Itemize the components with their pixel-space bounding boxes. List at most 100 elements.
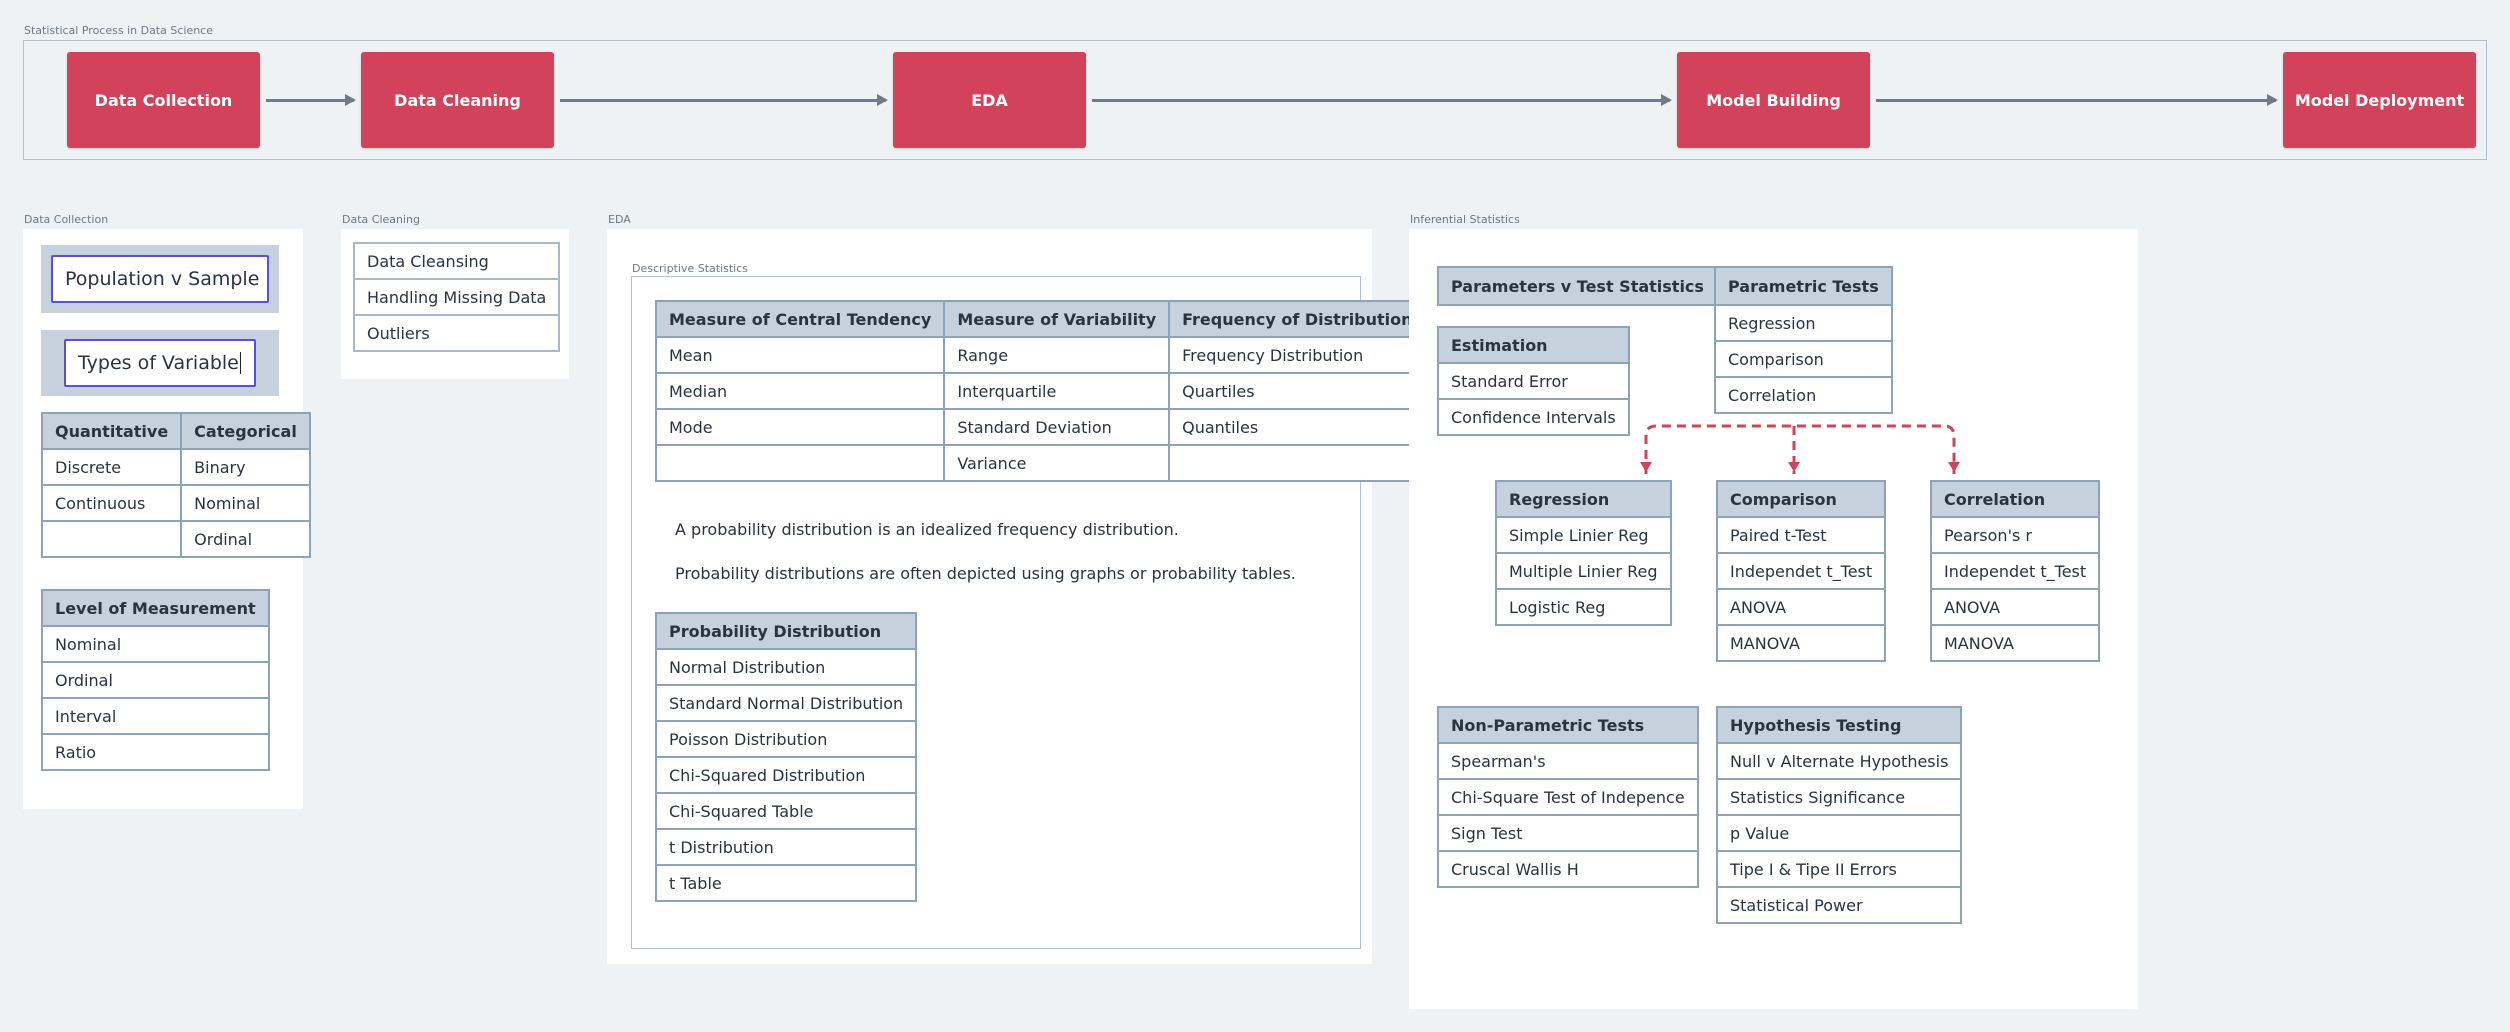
types-variable-field: Types of Variable xyxy=(41,330,279,396)
list-item: Confidence Intervals xyxy=(1437,398,1630,436)
list-item: Paired t-Test xyxy=(1715,516,1887,554)
list-item: t Distribution xyxy=(654,828,918,866)
nonparametric-table: Non-Parametric Tests Spearman's Chi-Squa… xyxy=(1437,706,1699,888)
central-tendency-header: Measure of Central Tendency xyxy=(654,300,946,338)
data-cleaning-table: Data Cleansing Handling Missing Data Out… xyxy=(352,242,561,352)
list-item: Chi-Squared Distribution xyxy=(654,756,918,794)
list-item: Logistic Reg xyxy=(1495,588,1672,626)
estimation-header: Estimation xyxy=(1437,326,1630,364)
list-item: MANOVA xyxy=(1929,624,2101,662)
stage-model-deployment[interactable]: Model Deployment xyxy=(2283,52,2476,148)
table-cell: Frequency Distribution xyxy=(1168,336,1427,374)
list-item: Data Cleansing xyxy=(352,242,561,280)
table-cell: Ordinal xyxy=(180,520,311,558)
params-header: Parameters v Test Statistics xyxy=(1437,266,1718,306)
descriptive-stats-label: Descriptive Statistics xyxy=(632,262,749,275)
inferential-label: Inferential Statistics xyxy=(1410,213,1520,226)
list-item: t Table xyxy=(654,864,918,902)
eda-label: EDA xyxy=(608,213,631,226)
table-cell: Range xyxy=(943,336,1171,374)
population-sample-text: Population v Sample xyxy=(65,268,260,290)
stage-eda[interactable]: EDA xyxy=(893,52,1086,148)
stage-data-collection[interactable]: Data Collection xyxy=(67,52,260,148)
comparison-table: Comparison Paired t-Test Independet t_Te… xyxy=(1715,480,1887,662)
list-item: Chi-Squared Table xyxy=(654,792,918,830)
list-item: Statistics Significance xyxy=(1715,778,1963,816)
correlation-table: Correlation Pearson's r Independet t_Tes… xyxy=(1929,480,2101,662)
table-cell: Interquartile xyxy=(943,372,1171,410)
flow-arrow xyxy=(266,94,356,106)
hypothesis-header: Hypothesis Testing xyxy=(1715,706,1963,744)
correlation-header: Correlation xyxy=(1929,480,2101,518)
data-cleaning-label: Data Cleaning xyxy=(342,213,420,226)
table-cell: Continuous xyxy=(40,484,183,522)
process-label: Statistical Process in Data Science xyxy=(24,24,213,37)
list-item: Nominal xyxy=(41,625,270,663)
probability-header: Probability Distribution xyxy=(654,612,918,650)
table-cell: Median xyxy=(654,372,946,410)
probability-table: Probability Distribution Normal Distribu… xyxy=(654,612,918,902)
regression-table: Regression Simple Linier Reg Multiple Li… xyxy=(1495,480,1672,626)
list-item: Simple Linier Reg xyxy=(1495,516,1672,554)
list-item: Pearson's r xyxy=(1929,516,2101,554)
probability-text-2: Probability distributions are often depi… xyxy=(675,564,1296,583)
categorical-header: Categorical xyxy=(180,412,311,450)
list-item: ANOVA xyxy=(1929,588,2101,626)
list-item: Interval xyxy=(41,697,270,735)
list-item: Cruscal Wallis H xyxy=(1437,850,1699,888)
list-item: Chi-Square Test of Indepence xyxy=(1437,778,1699,816)
list-item: Normal Distribution xyxy=(654,648,918,686)
regression-header: Regression xyxy=(1495,480,1672,518)
list-item: Multiple Linier Reg xyxy=(1495,552,1672,590)
measurement-table: Level of Measurement Nominal Ordinal Int… xyxy=(41,589,270,771)
list-item: Ratio xyxy=(41,733,270,771)
population-sample-input[interactable]: Population v Sample xyxy=(51,255,269,303)
list-item: MANOVA xyxy=(1715,624,1887,662)
nonparametric-header: Non-Parametric Tests xyxy=(1437,706,1699,744)
connector-arrowhead xyxy=(1788,462,1800,472)
flow-arrow xyxy=(560,94,888,106)
table-cell: Mean xyxy=(654,336,946,374)
table-cell xyxy=(40,520,183,558)
params-table: Parameters v Test Statistics xyxy=(1437,266,1718,306)
connector-lines xyxy=(1644,424,1956,474)
list-item: p Value xyxy=(1715,814,1963,852)
variables-table: Quantitative Categorical Discrete Binary… xyxy=(40,412,311,558)
table-cell xyxy=(1168,444,1427,482)
connector-arrowhead xyxy=(1640,462,1652,472)
descriptive-table: Measure of Central Tendency Measure of V… xyxy=(654,300,1427,482)
list-item: ANOVA xyxy=(1715,588,1887,626)
text-caret xyxy=(239,352,241,374)
list-item: Null v Alternate Hypothesis xyxy=(1715,742,1963,780)
quantitative-header: Quantitative xyxy=(40,412,183,450)
flow-arrow xyxy=(1876,94,2278,106)
table-cell: Discrete xyxy=(40,448,183,486)
table-cell: Quartiles xyxy=(1168,372,1427,410)
list-item: Regression xyxy=(1714,304,1893,342)
table-cell: Standard Deviation xyxy=(943,408,1171,446)
connector-arrowhead xyxy=(1948,462,1960,472)
stage-data-cleaning[interactable]: Data Cleaning xyxy=(361,52,554,148)
list-item: Correlation xyxy=(1714,376,1893,414)
measurement-header: Level of Measurement xyxy=(41,589,270,627)
list-item: Outliers xyxy=(352,314,561,352)
stage-model-building[interactable]: Model Building xyxy=(1677,52,1870,148)
estimation-table: Estimation Standard Error Confidence Int… xyxy=(1437,326,1630,436)
frequency-header: Frequency of Distribution xyxy=(1168,300,1427,338)
list-item: Tipe I & Tipe II Errors xyxy=(1715,850,1963,888)
data-collection-label: Data Collection xyxy=(24,213,109,226)
parametric-header: Parametric Tests xyxy=(1714,266,1893,306)
list-item: Standard Normal Distribution xyxy=(654,684,918,722)
list-item: Spearman's xyxy=(1437,742,1699,780)
comparison-header: Comparison xyxy=(1715,480,1887,518)
table-cell: Binary xyxy=(180,448,311,486)
types-variable-text: Types of Variable xyxy=(78,352,239,374)
list-item: Handling Missing Data xyxy=(352,278,561,316)
types-variable-input[interactable]: Types of Variable xyxy=(64,339,256,387)
list-item: Independet t_Test xyxy=(1715,552,1887,590)
list-item: Independet t_Test xyxy=(1929,552,2101,590)
dashed-connector xyxy=(1644,424,1956,474)
table-cell: Nominal xyxy=(180,484,311,522)
list-item: Ordinal xyxy=(41,661,270,699)
table-cell xyxy=(654,444,946,482)
